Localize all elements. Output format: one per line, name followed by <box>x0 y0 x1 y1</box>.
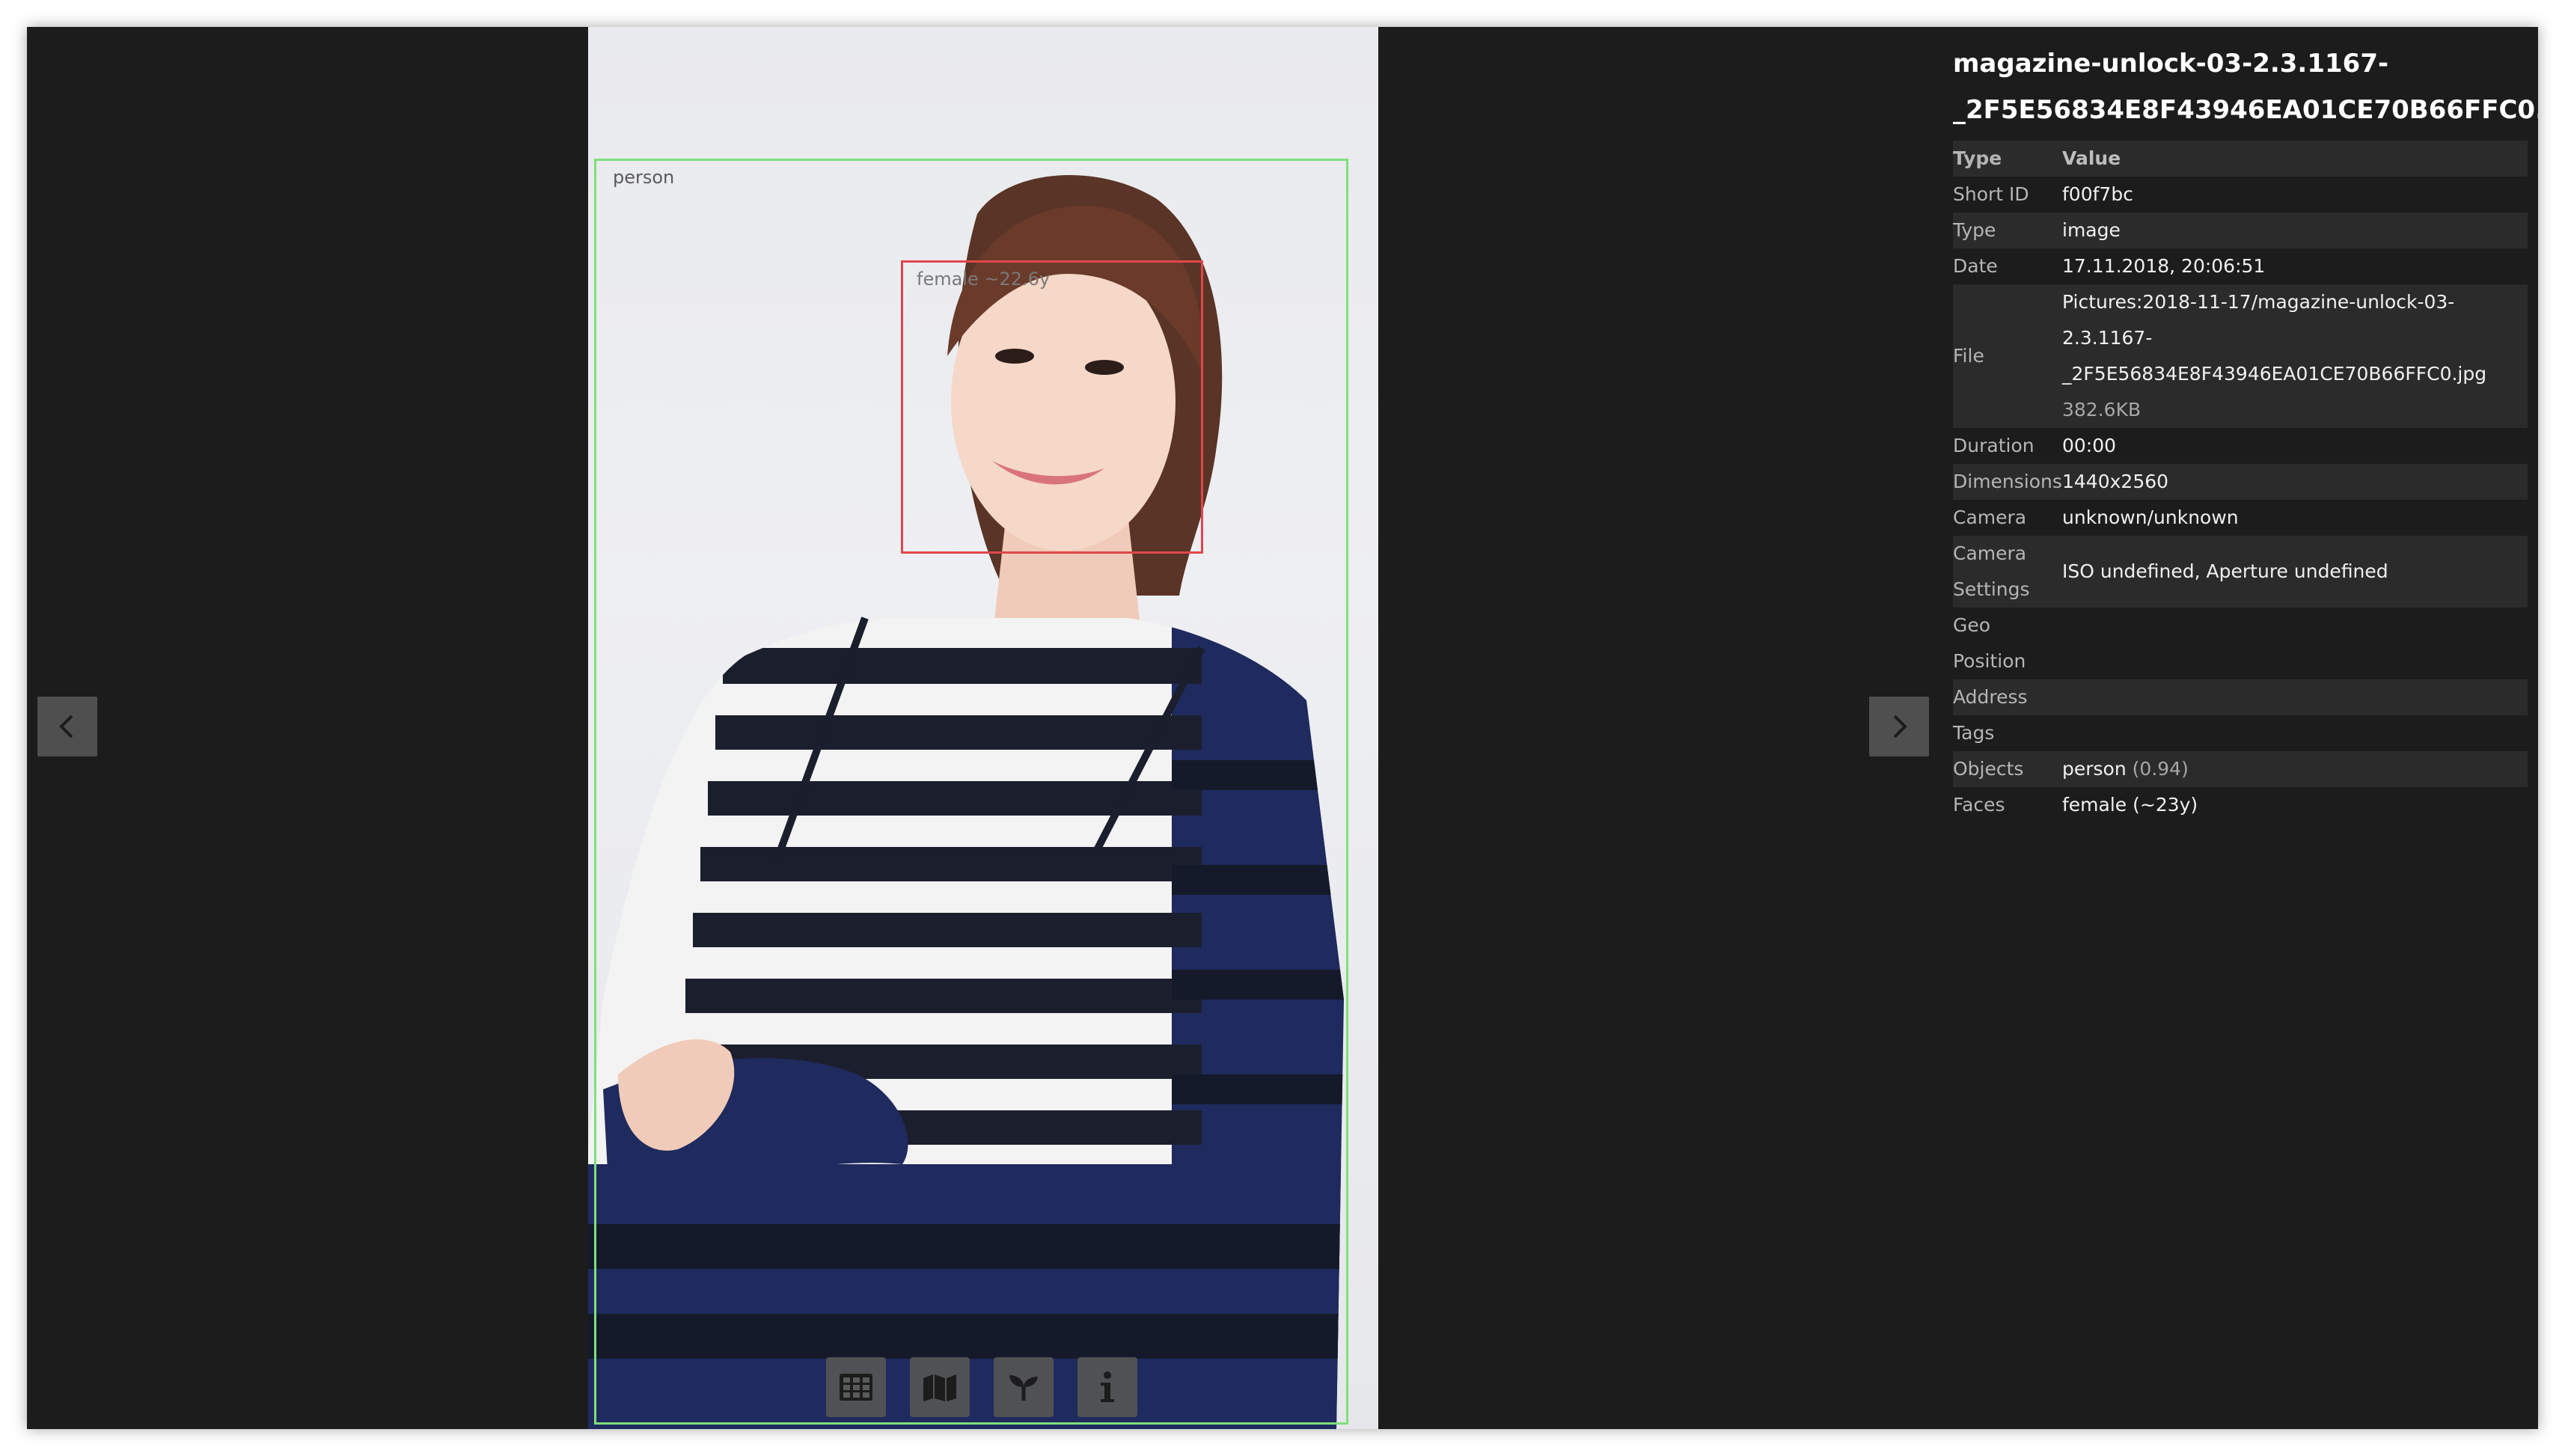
face-box-label: female ~22.6y <box>917 269 1051 290</box>
sprout-button[interactable] <box>994 1357 1054 1417</box>
chevron-right-icon <box>1893 715 1907 738</box>
camera-value: unknown/unknown <box>2062 507 2239 528</box>
address-key: Address <box>1953 686 2028 708</box>
row-date: Date 17.11.2018, 20:06:51 <box>1953 248 2528 284</box>
tags-value <box>2062 715 2528 751</box>
camera-key: Camera <box>1953 507 2027 528</box>
viewer-toolbar <box>826 1357 1137 1417</box>
row-tags: Tags <box>1953 715 2528 751</box>
header-type: Type <box>1953 147 2002 169</box>
position-key: Position <box>1953 650 2026 672</box>
date-key: Date <box>1953 255 1998 277</box>
row-dimensions: Dimensions 1440x2560 <box>1953 464 2528 500</box>
duration-value: 00:00 <box>2062 435 2117 456</box>
header-value: Value <box>2062 147 2121 169</box>
info-panel: magazine-unlock-03-2.3.1167- _2F5E56834E… <box>1953 40 2538 823</box>
object-score: (0.94) <box>2132 758 2189 780</box>
faces-key: Faces <box>1953 794 2005 816</box>
file-key: File <box>1953 345 1984 367</box>
object-name[interactable]: person <box>2062 758 2127 780</box>
row-short-id: Short ID f00f7bc <box>1953 177 2528 212</box>
row-address: Address <box>1953 679 2528 715</box>
photo-canvas[interactable]: person female ~22.6y <box>588 27 1378 1429</box>
map-button[interactable] <box>910 1357 970 1417</box>
date-value: 17.11.2018, 20:06:51 <box>2062 255 2266 277</box>
row-position: Position <box>1953 643 2528 679</box>
metadata-header-row: Type Value <box>1953 141 2528 177</box>
duration-key: Duration <box>1953 435 2034 456</box>
address-value <box>2062 679 2528 715</box>
row-duration: Duration 00:00 <box>1953 428 2528 464</box>
type-key: Type <box>1953 219 1996 241</box>
row-camera: Camera unknown/unknown <box>1953 500 2528 536</box>
tags-key: Tags <box>1953 722 1995 744</box>
geo-value <box>2062 608 2528 643</box>
person-box-label: person <box>613 167 675 188</box>
objects-key: Objects <box>1953 758 2024 780</box>
file-path-line2[interactable]: 2.3.1167- <box>2062 320 2528 356</box>
viewer-window: person female ~22.6y magazine-unlock-03-… <box>27 27 2538 1429</box>
objects-value: person (0.94) <box>2062 751 2528 787</box>
grid-view-button[interactable] <box>826 1357 886 1417</box>
row-geo: Geo <box>1953 608 2528 643</box>
metadata-table: Type Value Short ID f00f7bc Type image D… <box>1953 141 2528 823</box>
short-id-key: Short ID <box>1953 183 2029 205</box>
file-title-line1: magazine-unlock-03-2.3.1167- <box>1953 49 2389 79</box>
face-detection-box: female ~22.6y <box>901 260 1203 554</box>
type-value: image <box>2062 219 2121 241</box>
next-button[interactable] <box>1869 697 1929 756</box>
row-objects: Objects person (0.94) <box>1953 751 2528 787</box>
row-file: File Pictures:2018-11-17/magazine-unlock… <box>1953 284 2528 428</box>
faces-value[interactable]: female (~23y) <box>2062 787 2528 823</box>
position-value <box>2062 643 2528 679</box>
row-camera-settings: Camera Settings ISO undefined, Aperture … <box>1953 536 2528 608</box>
sprout-icon <box>1009 1375 1038 1401</box>
camera-settings-key: Camera Settings <box>1953 536 2062 608</box>
file-value: Pictures:2018-11-17/magazine-unlock-03- … <box>2062 284 2528 428</box>
row-faces: Faces female (~23y) <box>1953 787 2528 823</box>
short-id-value: f00f7bc <box>2062 183 2133 205</box>
file-path-line1[interactable]: Pictures:2018-11-17/magazine-unlock-03- <box>2062 284 2528 320</box>
previous-button[interactable] <box>37 697 97 756</box>
info-icon <box>1101 1371 1114 1402</box>
grid-icon <box>840 1374 872 1401</box>
info-button[interactable] <box>1077 1357 1137 1417</box>
camera-settings-key-line1: Camera <box>1953 542 2027 564</box>
file-path-line3[interactable]: _2F5E56834E8F43946EA01CE70B66FFC0.jpg <box>2062 356 2528 392</box>
file-title-line2: _2F5E56834E8F43946EA01CE70B66FFC0.jpg <box>1953 95 2538 125</box>
row-type: Type image <box>1953 212 2528 248</box>
dimensions-key: Dimensions <box>1953 471 2062 492</box>
file-title: magazine-unlock-03-2.3.1167- _2F5E56834E… <box>1953 40 2538 133</box>
map-icon <box>923 1374 956 1401</box>
dimensions-value: 1440x2560 <box>2062 471 2169 492</box>
camera-settings-key-line2: Settings <box>1953 578 2030 600</box>
camera-settings-value: ISO undefined, Aperture undefined <box>2062 560 2388 582</box>
geo-key: Geo <box>1953 614 1991 636</box>
file-size: 382.6KB <box>2062 399 2141 420</box>
chevron-left-icon <box>59 715 73 738</box>
